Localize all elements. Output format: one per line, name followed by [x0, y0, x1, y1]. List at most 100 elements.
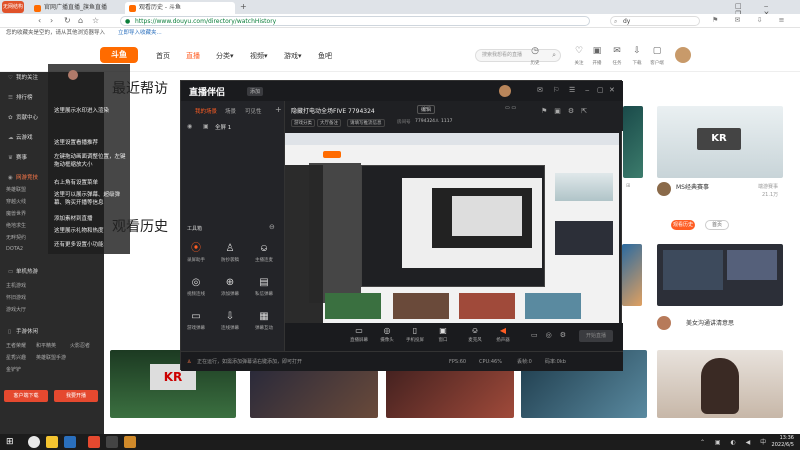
game-link[interactable]: 英雄联盟	[6, 186, 26, 193]
source-phone[interactable]: ▯ 手机投屏	[401, 326, 429, 343]
game-link[interactable]: 穿越火线	[6, 198, 26, 205]
game-link[interactable]: 王者荣耀	[6, 342, 26, 349]
category-tag[interactable]: 游戏分类	[291, 119, 315, 127]
tip-item[interactable]: 这里展示水印进入渲染	[54, 106, 109, 114]
nav-category[interactable]: 分类▾	[216, 51, 234, 61]
taskbar-clock[interactable]: 13:36 2022/6/5	[772, 435, 794, 449]
game-link[interactable]: 英雄联盟手游	[36, 354, 66, 361]
companion-app-icon[interactable]	[124, 436, 136, 448]
tip-item[interactable]: 左键拖动画面调整位置，左键拖动框缩放大小	[54, 152, 130, 168]
task-icon[interactable]: ✉	[610, 46, 624, 56]
live-icon[interactable]: ▣	[590, 46, 604, 56]
stream-thumbnail[interactable]	[622, 244, 642, 306]
stream-tools[interactable]: ⚑▣⚙⇱	[541, 107, 594, 115]
new-tab-button[interactable]: +	[240, 2, 247, 11]
close-icon[interactable]: ✕	[609, 86, 615, 94]
push-tag[interactable]: 请填写推流信息	[347, 119, 385, 127]
douyu-logo[interactable]: 斗鱼	[100, 47, 138, 63]
back-icon[interactable]: ‹	[38, 16, 41, 26]
windows-start-icon[interactable]: ⊞	[6, 436, 14, 448]
remark-tag[interactable]: 大厅备注	[317, 119, 341, 127]
address-search-box[interactable]: ⌕ dy	[610, 16, 700, 26]
stream-thumbnail[interactable]	[623, 106, 643, 178]
reload-icon[interactable]: ↻	[64, 16, 71, 26]
toolbar-icons[interactable]: ⚑ ✉ ⇩ ≡	[712, 16, 792, 24]
game-link[interactable]: 怀旧游戏	[6, 294, 26, 301]
game-link[interactable]: 火影忍者	[70, 342, 90, 349]
game-link[interactable]: 游戏大厅	[6, 306, 26, 313]
tool-mic[interactable]: ⎉ 主播连麦	[251, 243, 277, 263]
search-icon[interactable]: ⌕	[552, 50, 556, 61]
forward-icon[interactable]: ›	[50, 16, 53, 26]
screen-select[interactable]: ▭ ▭	[505, 105, 516, 111]
maximize-icon[interactable]: ▢	[597, 86, 604, 94]
stream-preview[interactable]	[285, 133, 619, 333]
source-screen[interactable]: ▭ 直播屏幕	[345, 326, 373, 343]
game-link[interactable]: 魔兽世界	[6, 210, 26, 217]
sidebar-section-mobile[interactable]: ▯ 手游休闲	[0, 326, 104, 338]
source-mic[interactable]: ⎉ 麦克风	[461, 326, 489, 343]
chrome-app-icon[interactable]	[28, 436, 40, 448]
browser-logo[interactable]: 无网结构	[2, 1, 24, 13]
tool-text[interactable]: ⇩ 连线弹幕	[217, 311, 243, 331]
sidebar-section-single[interactable]: ▭ 单机热游	[0, 266, 104, 278]
tab-scene[interactable]: 场景	[225, 107, 236, 115]
app-icon[interactable]	[106, 436, 118, 448]
edge-app-icon[interactable]	[64, 436, 76, 448]
nav-home[interactable]: 首页	[156, 51, 170, 61]
tool-add[interactable]: ⊕ 添加弹幕	[217, 277, 243, 297]
mail-icon[interactable]: ⚐	[553, 86, 559, 94]
nav-game[interactable]: 游戏▾	[284, 51, 302, 61]
section-tab[interactable]: 观看历史	[671, 220, 695, 230]
source-speaker[interactable]: ◀ 扬声器	[489, 326, 517, 343]
nav-live[interactable]: 直播	[186, 51, 200, 61]
tool-record[interactable]: ⦿ 录屏助手	[183, 243, 209, 263]
minimize-icon[interactable]: ‒	[585, 86, 589, 94]
tip-item[interactable]: 右上角有设置菜单	[54, 178, 98, 186]
stream-thumbnail[interactable]	[250, 370, 378, 418]
system-tray[interactable]: ⌃ ▣ ◐ ◀ 中	[700, 437, 770, 446]
tip-item[interactable]: 这里设置看播推荐	[54, 138, 98, 146]
tip-item[interactable]: 这里可以展示弹幕、超级弹幕、购买开播等信息	[54, 190, 130, 206]
tab-guanwang[interactable]: 官网广播直播_旗鱼直播	[30, 2, 120, 14]
tab-watch-history[interactable]: 观看历史 - 斗鱼	[125, 2, 235, 14]
tab-my-scene[interactable]: 我的场景	[195, 107, 217, 115]
stream-thumbnail[interactable]	[657, 244, 783, 306]
tool-screen[interactable]: ▭ 游戏弹幕	[183, 311, 209, 331]
client-download-button[interactable]: 客户端下载	[4, 390, 48, 402]
home-icon[interactable]: ⌂	[78, 16, 83, 26]
tool-chat[interactable]: ▦ 弹幕互动	[251, 311, 277, 331]
game-link[interactable]: 星秀兴趣	[6, 354, 26, 361]
companion-version-badge[interactable]: 添加	[247, 87, 264, 96]
stream-thumbnail[interactable]	[657, 350, 783, 418]
room-title[interactable]: 隐藏打电动全场FIVE 7794324	[291, 106, 375, 115]
add-scene-icon[interactable]: +	[275, 105, 282, 114]
lock-icon[interactable]: ▣	[203, 123, 209, 130]
game-link[interactable]: 无畔契约	[6, 234, 26, 241]
import-bookmarks-link[interactable]: 立即导入收藏夹...	[118, 28, 162, 38]
tip-item[interactable]: 这里展示礼物和热度	[54, 226, 104, 234]
edit-button[interactable]: 编辑	[417, 105, 436, 114]
star-icon[interactable]: ☆	[92, 16, 99, 26]
url-field[interactable]: ● https://www.douyu.com/directory/watchH…	[120, 16, 590, 26]
section-tab[interactable]: 首页	[705, 220, 729, 230]
douyu-search-input[interactable]: 搜索我想看的直播 ⌕	[475, 49, 561, 62]
avatar[interactable]	[675, 47, 691, 63]
avatar[interactable]	[499, 85, 511, 97]
game-link[interactable]: 金铲铲	[6, 366, 21, 373]
stream-thumbnail[interactable]: KR	[657, 106, 783, 178]
nav-video[interactable]: 视频▾	[250, 51, 268, 61]
eye-icon[interactable]: ◉	[187, 123, 192, 130]
folder-app-icon[interactable]	[46, 436, 58, 448]
settings-icon[interactable]: ☰	[569, 86, 575, 94]
tab-visibility[interactable]: 可见性	[245, 107, 262, 115]
follow-icon[interactable]: ♡	[572, 46, 586, 56]
tool-bag[interactable]: ▤ 私信弹幕	[251, 277, 277, 297]
nav-fishbar[interactable]: 鱼吧	[318, 51, 332, 61]
more-icon[interactable]: ⊖	[269, 223, 275, 231]
history-icon[interactable]: ◷	[528, 46, 542, 56]
source-window[interactable]: ▣ 窗口	[429, 326, 457, 343]
gift-icon[interactable]: ✉	[537, 86, 543, 94]
start-live-button[interactable]: 我要开播	[54, 390, 98, 402]
tip-item[interactable]: 还有更多设置小功能	[54, 240, 104, 248]
